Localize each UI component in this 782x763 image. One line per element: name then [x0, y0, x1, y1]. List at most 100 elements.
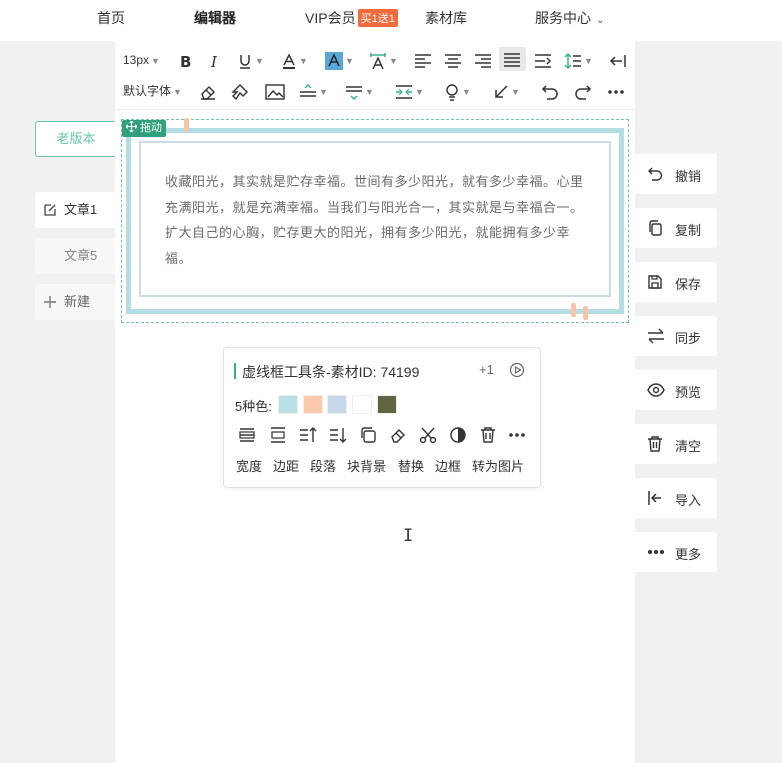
- letter-spacing-icon: [370, 52, 386, 70]
- chevron-down-icon: ▼: [415, 87, 424, 97]
- bold-button[interactable]: B: [178, 48, 194, 72]
- letter-spacing-button[interactable]: ▼: [369, 48, 398, 72]
- save-label: 保存: [675, 277, 702, 292]
- italic-icon: I: [210, 53, 218, 71]
- side-indent-button[interactable]: ▼: [395, 79, 424, 103]
- old-version-button[interactable]: 老版本: [35, 121, 117, 157]
- font-family-select[interactable]: 默认字体 ▼: [123, 79, 182, 103]
- clear-format-button[interactable]: [199, 79, 217, 103]
- nav-materials[interactable]: 素材库: [425, 8, 467, 28]
- redo-toolbar-button[interactable]: [574, 79, 592, 103]
- undo-button[interactable]: 撤销: [635, 154, 717, 194]
- paragraph-up-icon[interactable]: [299, 426, 317, 447]
- font-color-button[interactable]: ▼: [281, 48, 308, 72]
- save-icon: [647, 274, 663, 293]
- block-background-button[interactable]: 块背景: [347, 456, 386, 475]
- contrast-icon[interactable]: [449, 426, 467, 447]
- font-family-value: 默认字体: [123, 84, 172, 98]
- trash-icon[interactable]: [479, 426, 497, 447]
- preview-button[interactable]: 预览: [635, 370, 717, 410]
- chevron-down-icon: ▼: [389, 56, 398, 66]
- material-toolbar-popup: 虚线框工具条-素材ID: 74199 +1 5种色: 宽度 边距 段落 块背景 …: [223, 347, 541, 488]
- color-swatch-4[interactable]: [352, 395, 372, 414]
- nav-vip[interactable]: VIP会员 买1送1: [305, 8, 398, 28]
- color-swatch-3[interactable]: [327, 395, 347, 414]
- article-item-1[interactable]: 文章1: [35, 192, 117, 228]
- more-button[interactable]: 更多: [635, 532, 717, 572]
- top-nav: 首页 编辑器 VIP会员 买1送1 素材库 服务中心 ⌄: [0, 0, 782, 41]
- copy-block-icon[interactable]: [359, 426, 377, 447]
- more-toolbar-button[interactable]: [607, 79, 625, 103]
- indent-icon: [535, 54, 551, 68]
- nav-service-label: 服务中心: [535, 10, 591, 26]
- width-icon[interactable]: [238, 426, 256, 447]
- frame-border: 收藏阳光，其实就是贮存幸福。世间有多少阳光，就有多少幸福。心里充满阳光，就是充满…: [126, 118, 624, 320]
- insert-image-button[interactable]: [265, 79, 285, 103]
- border-button[interactable]: 边框: [435, 456, 461, 475]
- chevron-down-icon: ▼: [345, 56, 354, 66]
- color-swatch-2[interactable]: [303, 395, 323, 414]
- padding-button[interactable]: 边距: [273, 456, 299, 475]
- nav-editor[interactable]: 编辑器: [194, 8, 236, 28]
- chevron-down-icon: ▼: [584, 56, 593, 66]
- new-article-button[interactable]: 新建: [35, 284, 117, 320]
- clear-button[interactable]: 清空: [635, 424, 717, 464]
- line-height-button[interactable]: ▼: [564, 48, 593, 72]
- eraser-icon[interactable]: [389, 426, 407, 447]
- copy-button[interactable]: 复制: [635, 208, 717, 248]
- article-item-label: 文章1: [64, 202, 98, 217]
- save-button[interactable]: 保存: [635, 262, 717, 302]
- width-button[interactable]: 宽度: [236, 456, 262, 475]
- deco-tab-top: [184, 118, 189, 132]
- sync-button[interactable]: 同步: [635, 316, 717, 356]
- replace-button[interactable]: 替换: [398, 456, 424, 475]
- deco-tab-bottom-1: [571, 303, 576, 317]
- paragraph-button[interactable]: 段落: [310, 456, 336, 475]
- paragraph-spacing-bottom-button[interactable]: ▼: [345, 79, 374, 103]
- align-center-icon: [445, 54, 461, 68]
- underline-icon: [240, 54, 250, 69]
- article-item-5[interactable]: 文章5: [35, 238, 117, 274]
- scissors-icon[interactable]: [419, 426, 437, 447]
- align-right-button[interactable]: [474, 48, 492, 72]
- align-center-button[interactable]: [444, 48, 462, 72]
- format-painter-icon: [231, 83, 248, 100]
- frame-content-card[interactable]: 收藏阳光，其实就是贮存幸福。世间有多少阳光，就有多少幸福。心里充满阳光，就是充满…: [139, 141, 611, 297]
- text-cursor-icon: I: [403, 526, 414, 546]
- drag-handle[interactable]: 拖动: [122, 120, 167, 137]
- color-swatch-1[interactable]: [278, 395, 298, 414]
- drag-label: 拖动: [140, 122, 163, 134]
- nav-home[interactable]: 首页: [97, 8, 125, 28]
- padding-icon[interactable]: [269, 426, 287, 447]
- selected-material-frame[interactable]: 收藏阳光，其实就是贮存幸福。世间有多少阳光，就有多少幸福。心里充满阳光，就是充满…: [121, 118, 629, 323]
- underline-button[interactable]: ▼: [237, 48, 264, 72]
- paragraph-down-icon[interactable]: [329, 426, 347, 447]
- new-article-label: 新建: [64, 294, 91, 309]
- indent-button[interactable]: [534, 48, 552, 72]
- redo-icon: [575, 85, 592, 100]
- italic-button[interactable]: I: [208, 48, 224, 72]
- align-left-button[interactable]: [414, 48, 432, 72]
- highlight-color-button[interactable]: ▼: [325, 48, 354, 72]
- popup-title: 虚线框工具条-素材ID: 74199: [242, 364, 420, 380]
- format-painter-button[interactable]: [231, 79, 249, 103]
- color-swatch-5[interactable]: [377, 395, 397, 414]
- play-button[interactable]: [509, 362, 525, 381]
- bulb-tool-button[interactable]: ▼: [444, 79, 471, 103]
- font-size-select[interactable]: 13px ▼: [123, 48, 160, 72]
- import-button[interactable]: 导入: [635, 478, 717, 518]
- convert-to-image-button[interactable]: 转为图片: [472, 456, 524, 475]
- color-options-label: 5种色:: [235, 399, 272, 414]
- more-dots-icon[interactable]: [508, 426, 526, 447]
- align-right-icon: [475, 54, 491, 68]
- align-justify-button[interactable]: [499, 47, 526, 71]
- nav-service[interactable]: 服务中心 ⌄: [535, 8, 604, 28]
- spacing-before-icon: [300, 83, 316, 97]
- frame-text[interactable]: 收藏阳光，其实就是贮存幸福。世间有多少阳光，就有多少幸福。心里充满阳光，就是充满…: [165, 169, 585, 271]
- exit-button[interactable]: [609, 48, 627, 72]
- arrow-tool-button[interactable]: ▼: [493, 79, 520, 103]
- undo-toolbar-button[interactable]: [541, 79, 559, 103]
- favorite-count-button[interactable]: +1: [479, 362, 494, 377]
- copy-label: 复制: [675, 223, 702, 238]
- paragraph-spacing-top-button[interactable]: ▼: [299, 79, 328, 103]
